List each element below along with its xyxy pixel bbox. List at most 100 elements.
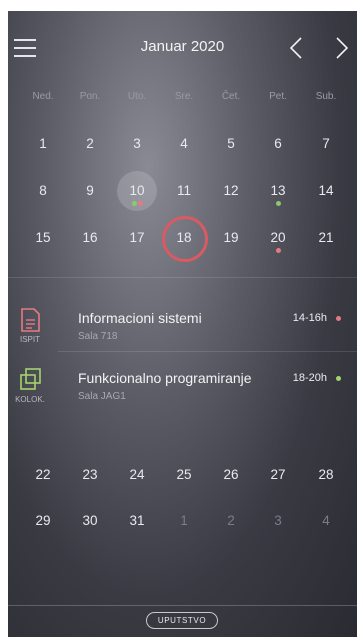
day-number: 4 [180, 136, 188, 151]
day-number: 18 [176, 230, 192, 245]
day-cell[interactable]: 19 [211, 218, 251, 258]
day-number: 29 [35, 513, 51, 528]
day-number: 31 [129, 513, 145, 528]
day-cell[interactable]: 4 [164, 124, 204, 164]
day-number: 26 [223, 467, 239, 482]
weekday-label: Sre. [174, 91, 194, 102]
event-title: Funkcionalno programiranje [78, 370, 252, 386]
day-cell[interactable]: 7 [306, 124, 346, 164]
day-number: 1 [180, 513, 188, 528]
day-number: 30 [82, 513, 98, 528]
weekday-label: Ned. [32, 91, 54, 102]
day-cell-selected[interactable]: 18 [162, 216, 208, 262]
next-month-button[interactable] [330, 35, 354, 61]
day-cell[interactable]: 22 [23, 455, 63, 495]
day-number: 28 [318, 467, 334, 482]
day-cell[interactable]: 5 [211, 124, 251, 164]
event-indicator-dot [275, 248, 281, 253]
day-cell[interactable]: 27 [258, 455, 298, 495]
event-type-label: KOLOK. [15, 395, 45, 404]
chevron-left-icon [289, 37, 302, 59]
footer: UPUTSTVO [8, 605, 357, 637]
event-indicator-dot [137, 201, 143, 206]
events-divider [8, 277, 357, 278]
day-cell[interactable]: 1 [164, 501, 204, 541]
day-cell[interactable]: 23 [70, 455, 110, 495]
day-number: 2 [227, 513, 235, 528]
day-number: 2 [86, 136, 94, 151]
day-cell[interactable]: 15 [23, 218, 63, 258]
day-number: 14 [318, 183, 334, 198]
day-number: 15 [35, 230, 51, 245]
previous-month-button[interactable] [284, 35, 308, 61]
event-room: Sala 718 [78, 331, 118, 342]
weekday-label: Čet. [221, 91, 241, 102]
weekday-label: Pet. [269, 91, 287, 102]
event-time: 18-20h [292, 372, 327, 384]
guide-button[interactable]: UPUTSTVO [146, 612, 218, 629]
day-number: 20 [270, 230, 286, 245]
day-cell[interactable]: 3 [117, 124, 157, 164]
weekday-header-row: Ned. Pon. Uto. Sre. Čet. Pet. Sub. [8, 91, 357, 105]
event-item[interactable]: KOLOK. Funkcionalno programiranje Sala J… [8, 367, 357, 423]
day-number: 5 [227, 136, 235, 151]
day-number: 11 [176, 183, 191, 198]
event-time: 14-16h [292, 312, 327, 324]
day-cell[interactable]: 9 [70, 171, 110, 211]
day-cell[interactable]: 4 [306, 501, 346, 541]
day-number: 3 [133, 136, 141, 151]
day-cell[interactable]: 12 [211, 171, 251, 211]
event-status-dot [336, 316, 341, 321]
day-cell[interactable]: 26 [211, 455, 251, 495]
day-number: 21 [318, 230, 334, 245]
day-number: 19 [223, 230, 239, 245]
day-number: 3 [274, 513, 282, 528]
day-number: 17 [129, 230, 145, 245]
day-number: 10 [129, 183, 145, 198]
event-status-dot [336, 376, 341, 381]
day-cell[interactable]: 29 [23, 501, 63, 541]
day-number: 6 [274, 136, 282, 151]
day-cell[interactable]: 14 [306, 171, 346, 211]
day-cell-today[interactable]: 10 [117, 171, 157, 211]
day-cell[interactable]: 17 [117, 218, 157, 258]
day-number: 13 [270, 183, 286, 198]
day-cell[interactable]: 21 [306, 218, 346, 258]
event-type-label: ISPIT [19, 335, 40, 344]
weekday-label: Sub. [315, 91, 337, 102]
day-number: 24 [129, 467, 145, 482]
weekday-label: Uto. [127, 91, 147, 102]
day-cell[interactable]: 3 [258, 501, 298, 541]
event-room: Sala JAG1 [78, 391, 126, 402]
day-cell[interactable]: 30 [70, 501, 110, 541]
app-screen: Januar 2020 Ned. Pon. Uto. Sre. Čet. Pet. Sub.… [8, 11, 357, 637]
day-number: 8 [39, 183, 47, 198]
day-cell[interactable]: 2 [70, 124, 110, 164]
document-icon [18, 307, 42, 333]
day-number: 22 [35, 467, 51, 482]
day-number: 4 [322, 513, 330, 528]
event-indicator-dot [131, 201, 137, 206]
day-cell[interactable]: 13 [258, 171, 298, 211]
day-cell[interactable]: 6 [258, 124, 298, 164]
event-title: Informacioni sistemi [78, 310, 202, 326]
day-cell[interactable]: 25 [164, 455, 204, 495]
day-cell[interactable]: 1 [23, 124, 63, 164]
day-cell[interactable]: 16 [70, 218, 110, 258]
event-item[interactable]: ISPIT Informacioni sistemi Sala 718 14-1… [8, 307, 357, 363]
day-cell[interactable]: 24 [117, 455, 157, 495]
footer-divider [8, 605, 357, 606]
day-cell[interactable]: 2 [211, 501, 251, 541]
day-cell[interactable]: 31 [117, 501, 157, 541]
day-cell[interactable]: 11 [164, 171, 204, 211]
day-number: 7 [322, 136, 330, 151]
day-number: 23 [82, 467, 98, 482]
calendar-header: Januar 2020 [8, 11, 357, 87]
day-number: 12 [223, 183, 239, 198]
event-indicator-dot [275, 201, 281, 206]
day-cell[interactable]: 20 [258, 218, 298, 258]
day-cell[interactable]: 28 [306, 455, 346, 495]
day-cell[interactable]: 8 [23, 171, 63, 211]
events-list: ISPIT Informacioni sistemi Sala 718 14-1… [8, 277, 357, 427]
day-number: 25 [176, 467, 192, 482]
